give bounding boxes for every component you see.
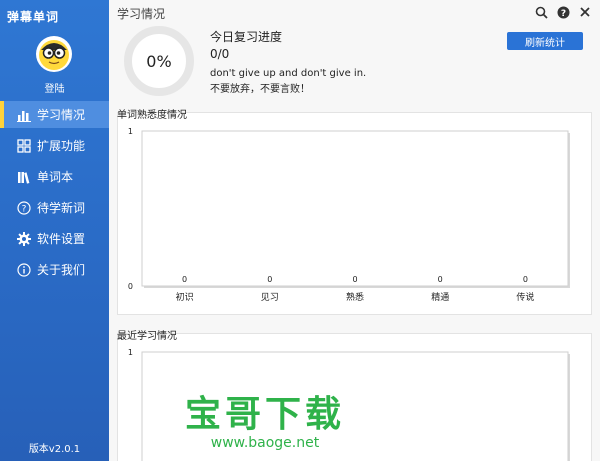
window-controls: ? [534,5,592,19]
sidebar-item-label: 单词本 [37,170,74,184]
avatar-face-icon [39,40,69,70]
search-icon[interactable] [534,5,548,19]
bar-chart-icon [16,107,31,122]
y-tick-label: 0 [128,282,133,291]
app-title: 弹幕单词 [7,10,60,24]
main-content: 学习情况 ? 0% 今日复习进度 0/0 don't give up and d… [109,0,600,461]
bar-value-label: 0 [523,275,528,284]
category-label: 传说 [516,291,534,303]
bar-value-label: 0 [182,275,187,284]
sidebar-item-new-words[interactable]: ? 待学新词 [0,194,109,221]
sidebar-item-extensions[interactable]: 扩展功能 [0,132,109,159]
sidebar-item-label: 关于我们 [37,263,86,277]
y-tick-label: 1 [128,127,133,136]
category-label: 精通 [431,291,449,303]
sidebar-item-label: 扩展功能 [37,139,86,153]
review-progress-title: 今日复习进度 [210,30,283,44]
familiarity-chart-title: 单词熟悉度情况 [117,110,187,121]
watermark: 宝哥下载 www.baoge.net [115,394,415,452]
version-label: 版本v2.0.1 [28,444,81,455]
plot-area [141,130,569,287]
sidebar-item-about[interactable]: 关于我们 [0,256,109,283]
bar-value-label: 0 [438,275,443,284]
page-title: 学习情况 [117,7,166,21]
category-label: 初识 [176,291,194,303]
review-progress-count: 0/0 [210,47,230,61]
category-label: 熟悉 [346,291,364,303]
gear-icon [16,231,31,246]
close-icon[interactable] [578,5,592,19]
login-link[interactable]: 登陆 [0,80,109,95]
motto-english: don't give up and don't give in. [210,68,367,79]
bar-value-label: 0 [267,275,272,284]
avatar[interactable] [36,36,72,72]
books-icon [16,169,31,184]
familiarity-chart: 0 1 0 初识 0 见习 0 熟悉 0 精通 0 传说 [128,127,570,303]
svg-text:?: ? [21,204,26,214]
bar-value-label: 0 [352,275,357,284]
progress-percent: 0% [146,51,172,71]
refresh-stats-button[interactable]: 刷新统计 [507,32,583,50]
help-icon[interactable]: ? [556,5,570,19]
motto-chinese: 不要放弃，不要言败！ [210,84,310,95]
category-label: 见习 [261,292,279,303]
sidebar: 弹幕单词 登陆 学习情况 扩展功能 单词本 ? 待学新词 软件设置 关于我们 版… [0,0,109,461]
y-tick-label: 1 [128,348,133,357]
watermark-text: 宝哥下载 [184,394,345,435]
recent-study-chart-title: 最近学习情况 [117,331,177,342]
sidebar-nav: 学习情况 扩展功能 单词本 ? 待学新词 软件设置 关于我们 [0,101,109,287]
grid-icon [16,138,31,153]
familiarity-panel: 0 1 0 初识 0 见习 0 熟悉 0 精通 0 传说 [117,112,592,315]
sidebar-item-label: 软件设置 [37,232,86,246]
progress-ring: 0% [124,26,194,96]
sidebar-item-wordbook[interactable]: 单词本 [0,163,109,190]
sidebar-item-label: 学习情况 [37,108,86,122]
sidebar-item-settings[interactable]: 软件设置 [0,225,109,252]
sidebar-item-study-status[interactable]: 学习情况 [0,101,109,128]
sidebar-item-label: 待学新词 [37,201,86,215]
watermark-url: www.baoge.net [210,435,320,451]
info-icon [16,262,31,277]
svg-text:?: ? [560,9,565,19]
question-icon: ? [16,200,31,215]
